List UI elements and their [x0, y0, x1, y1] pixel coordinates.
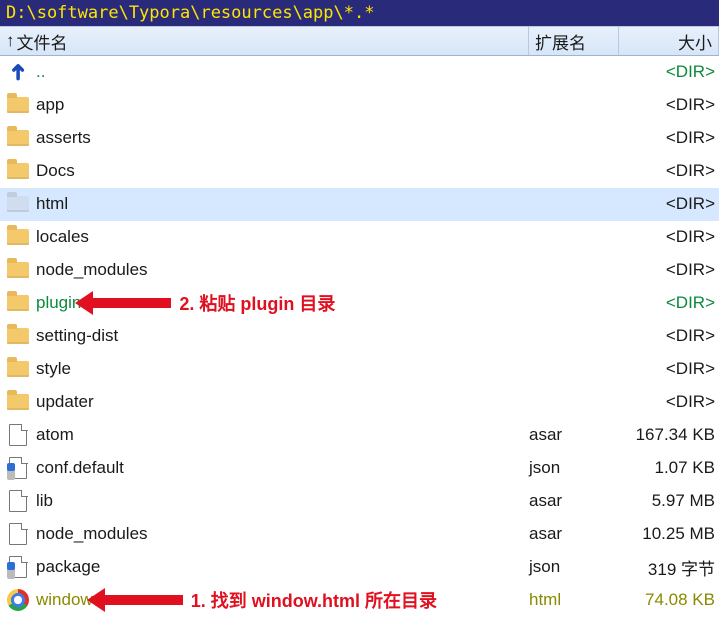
file-size: <DIR> — [619, 293, 715, 313]
json-file-icon — [6, 456, 30, 480]
file-size: <DIR> — [619, 128, 715, 148]
file-name: lib — [36, 491, 529, 511]
file-ext: asar — [529, 491, 619, 511]
file-name: plugin2. 粘贴 plugin 目录 — [36, 290, 529, 316]
file-size: <DIR> — [619, 95, 715, 115]
column-header-size-label: 大小 — [678, 29, 712, 54]
folder-icon — [6, 258, 30, 282]
file-row[interactable]: app <DIR> — [0, 89, 719, 122]
file-row[interactable]: node_modules <DIR> — [0, 254, 719, 287]
folder-icon — [6, 192, 30, 216]
file-list: ➜..<DIR>app<DIR>asserts<DIR>Docs<DIR>htm… — [0, 56, 719, 617]
file-row[interactable]: updater <DIR> — [0, 386, 719, 419]
file-icon — [6, 489, 30, 513]
folder-icon — [6, 126, 30, 150]
file-size: 74.08 KB — [619, 590, 715, 610]
column-header-name-label: 文件名 — [17, 29, 68, 54]
file-name: setting-dist — [36, 326, 529, 346]
file-name: style — [36, 359, 529, 379]
file-row[interactable]: plugin2. 粘贴 plugin 目录 <DIR> — [0, 287, 719, 320]
file-row[interactable]: node_modulesasar10.25 MB — [0, 518, 719, 551]
file-row[interactable]: atomasar167.34 KB — [0, 419, 719, 452]
column-header-row: ↑ 文件名 扩展名 大小 — [0, 26, 719, 56]
arrow-left-icon — [91, 298, 171, 308]
file-row[interactable]: style <DIR> — [0, 353, 719, 386]
file-name: Docs — [36, 161, 529, 181]
file-row[interactable]: asserts <DIR> — [0, 122, 719, 155]
file-ext: asar — [529, 425, 619, 445]
file-ext: json — [529, 458, 619, 478]
chrome-icon — [6, 588, 30, 612]
file-name: locales — [36, 227, 529, 247]
file-icon — [6, 423, 30, 447]
parent-dir-row[interactable]: ➜.. <DIR> — [0, 56, 719, 89]
file-name: html — [36, 194, 529, 214]
file-size: 1.07 KB — [619, 458, 715, 478]
folder-icon — [6, 225, 30, 249]
file-row[interactable]: libasar5.97 MB — [0, 485, 719, 518]
file-row[interactable]: packagejson319 字节 — [0, 551, 719, 584]
annotation: 1. 找到 window.html 所在目录 — [103, 587, 437, 613]
column-header-name[interactable]: ↑ 文件名 — [0, 27, 529, 55]
file-ext: asar — [529, 524, 619, 544]
file-size: <DIR> — [619, 392, 715, 412]
file-size: <DIR> — [619, 326, 715, 346]
file-row[interactable]: Docs <DIR> — [0, 155, 719, 188]
annotation: 2. 粘贴 plugin 目录 — [91, 290, 335, 316]
file-name: asserts — [36, 128, 529, 148]
column-header-ext-label: 扩展名 — [535, 29, 586, 54]
file-name: .. — [36, 62, 529, 82]
file-size: 10.25 MB — [619, 524, 715, 544]
folder-icon — [6, 93, 30, 117]
up-arrow-icon: ➜ — [6, 60, 30, 84]
file-size: <DIR> — [619, 194, 715, 214]
file-row[interactable]: conf.defaultjson1.07 KB — [0, 452, 719, 485]
file-size: <DIR> — [619, 260, 715, 280]
folder-icon — [6, 291, 30, 315]
file-size: 167.34 KB — [619, 425, 715, 445]
file-name: atom — [36, 425, 529, 445]
file-ext: html — [529, 590, 619, 610]
file-size: <DIR> — [619, 161, 715, 181]
file-name: node_modules — [36, 260, 529, 280]
path-text: D:\software\Typora\resources\app\*.* — [6, 3, 374, 23]
file-ext: json — [529, 557, 619, 577]
file-name: updater — [36, 392, 529, 412]
file-name: conf.default — [36, 458, 529, 478]
file-name: app — [36, 95, 529, 115]
file-row[interactable]: locales <DIR> — [0, 221, 719, 254]
folder-icon — [6, 357, 30, 381]
file-size: 319 字节 — [619, 555, 715, 580]
file-size: <DIR> — [619, 359, 715, 379]
file-size: <DIR> — [619, 62, 715, 82]
file-icon — [6, 522, 30, 546]
folder-icon — [6, 324, 30, 348]
file-size: 5.97 MB — [619, 491, 715, 511]
path-bar[interactable]: D:\software\Typora\resources\app\*.* — [0, 0, 719, 26]
file-row[interactable]: setting-dist <DIR> — [0, 320, 719, 353]
json-file-icon — [6, 555, 30, 579]
annotation-text: 1. 找到 window.html 所在目录 — [191, 587, 437, 613]
annotation-text: 2. 粘贴 plugin 目录 — [179, 290, 335, 316]
file-name: window1. 找到 window.html 所在目录 — [36, 587, 529, 613]
sort-asc-icon: ↑ — [6, 31, 15, 51]
file-size: <DIR> — [619, 227, 715, 247]
file-row[interactable]: window1. 找到 window.html 所在目录html74.08 KB — [0, 584, 719, 617]
arrow-left-icon — [103, 595, 183, 605]
column-header-size[interactable]: 大小 — [619, 27, 719, 55]
column-header-ext[interactable]: 扩展名 — [529, 27, 619, 55]
file-row[interactable]: html <DIR> — [0, 188, 719, 221]
file-name: node_modules — [36, 524, 529, 544]
folder-icon — [6, 390, 30, 414]
file-name: package — [36, 557, 529, 577]
folder-icon — [6, 159, 30, 183]
